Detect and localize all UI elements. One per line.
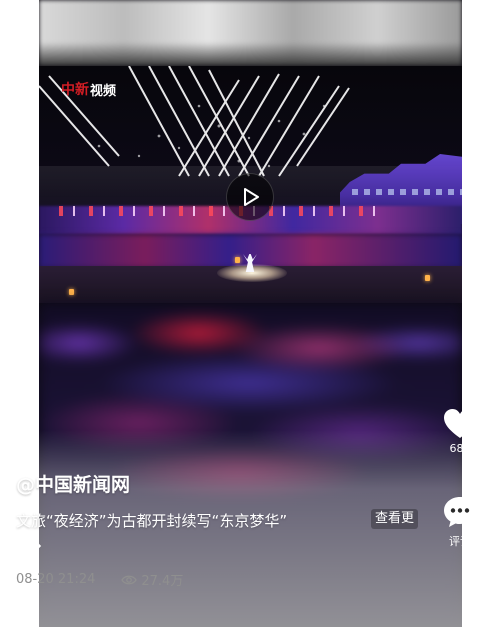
post-description: 文旅“夜经济”为古都开封续写“东京梦华” [16,512,288,530]
expand-more-text: 多 [16,539,30,555]
view-count-value: 27.4万 [141,574,184,589]
like-count: 685 [449,442,471,455]
previous-video-preview [39,0,462,66]
stage-lamp [425,275,430,281]
stage-lamp [235,257,240,263]
author-name[interactable]: @中国新闻网 [16,470,130,497]
eye-icon [121,575,138,584]
post-meta: 08-20 21:24 27.4万 [16,570,183,589]
expand-more-link[interactable]: 多 [16,536,43,556]
logo-text: 视频 [90,83,117,99]
comment-label: 评论 [449,535,471,548]
play-button[interactable] [226,173,274,221]
comment-icon [444,497,476,527]
expand-more-button[interactable]: 查看更 [371,509,419,529]
post-date: 08-20 21:24 [16,572,96,587]
heart-icon [444,409,476,438]
like-button[interactable]: 685 [440,408,480,455]
play-icon [244,188,259,206]
shore-lights [59,206,379,216]
chevron-right-icon [35,541,42,551]
video-player[interactable]: 中新 视频 [39,66,462,303]
comment-button[interactable]: 评论 [440,495,480,549]
channel-logo: 中新 视频 [61,80,117,99]
view-count: 27.4万 [121,570,183,589]
stage-lamp [69,289,74,295]
logo-mark: 中新 [61,82,89,98]
